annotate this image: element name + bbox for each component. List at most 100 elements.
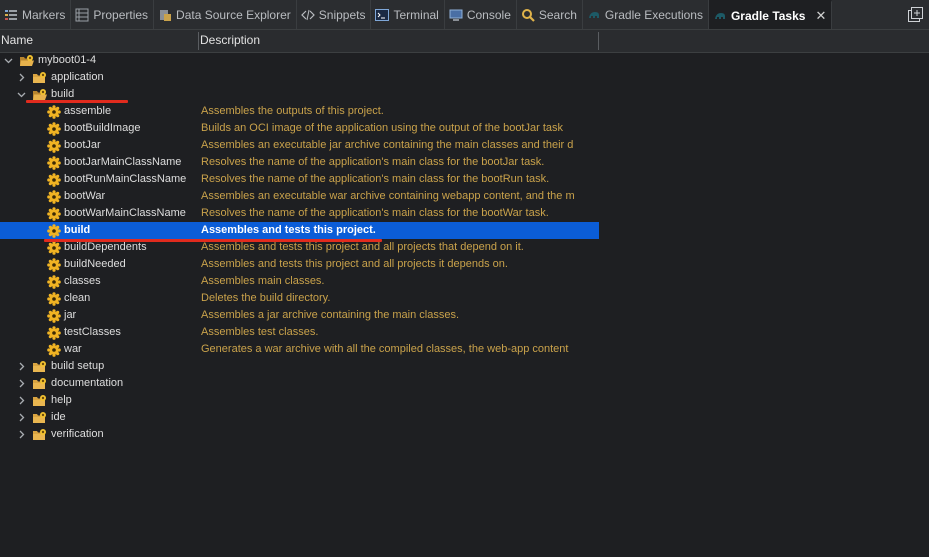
tree-group-row[interactable]: help (0, 392, 929, 409)
close-icon[interactable]: ✕ (815, 8, 826, 24)
tree-item-label: war (64, 343, 82, 355)
tree-group-row[interactable]: documentation (0, 375, 929, 392)
task-description: Assembles a jar archive containing the m… (201, 309, 460, 321)
gear-icon (47, 122, 61, 136)
tree-item-label: assemble (64, 105, 112, 117)
tree-task-row[interactable]: bootBuildImage Builds an OCI image of the… (0, 120, 929, 137)
gear-icon (47, 309, 61, 323)
tree-item-label: clean (64, 292, 91, 304)
tree-task-row[interactable]: assemble Assembles the outputs of this pr… (0, 103, 929, 120)
new-window-icon[interactable] (901, 0, 929, 29)
tree-task-row[interactable]: war Generates a war archive with all the … (0, 341, 929, 358)
chevron-right-icon[interactable] (15, 392, 27, 409)
tree-task-row[interactable]: bootRunMainClassName Resolves the name of… (0, 171, 929, 188)
tree-item-label: application (51, 71, 104, 83)
task-group-folder-icon (32, 71, 46, 84)
gear-icon (47, 173, 61, 187)
tree-item-label: buildNeeded (64, 258, 126, 270)
column-header-name[interactable]: Name (1, 33, 33, 47)
tab-console[interactable]: Console (445, 0, 517, 29)
properties-icon (75, 8, 89, 22)
tree-item-label: verification (51, 428, 104, 440)
tab-snippets[interactable]: Snippets (297, 0, 372, 29)
tree-item-label: help (51, 394, 72, 406)
gear-icon (47, 105, 61, 119)
tree-item-label: classes (64, 275, 101, 287)
tree-group-row[interactable]: ide (0, 409, 929, 426)
tree-item-label: documentation (51, 377, 124, 389)
column-divider[interactable] (198, 32, 199, 50)
tree-task-row[interactable]: clean Deletes the build directory. (0, 290, 929, 307)
annotation-underline-build-group (26, 100, 128, 103)
tree-project-row[interactable]: myboot01-4 (0, 52, 929, 69)
tree-task-row[interactable]: classes Assembles main classes. (0, 273, 929, 290)
task-description: Assembles and tests this project and all… (201, 258, 508, 270)
gradle-icon (587, 8, 601, 22)
chevron-right-icon[interactable] (15, 358, 27, 375)
chevron-right-icon[interactable] (15, 69, 27, 86)
gear-icon (47, 207, 61, 221)
tree-task-row[interactable]: bootJarMainClassName Resolves the name of… (0, 154, 929, 171)
chevron-down-icon[interactable] (2, 52, 14, 69)
tree-group-row[interactable]: build setup (0, 358, 929, 375)
column-header-description[interactable]: Description (200, 33, 260, 47)
snippets-icon (300, 8, 315, 22)
tree-item-label: bootWar (64, 190, 106, 202)
tab-gradle-tasks[interactable]: Gradle Tasks ✕ (708, 0, 833, 29)
task-description: Assembles test classes. (201, 326, 319, 338)
project-folder-icon (19, 54, 34, 67)
tab-properties[interactable]: Properties (71, 0, 155, 29)
tree-column-header: Name Description (0, 30, 929, 53)
tree-task-row[interactable]: bootJar Assembles an executable jar archi… (0, 137, 929, 154)
tree-group-row-open[interactable]: build (0, 86, 929, 103)
tab-label: Data Source Explorer (176, 7, 291, 22)
gradle-icon (713, 9, 727, 23)
tree-task-row[interactable]: testClasses Assembles test classes. (0, 324, 929, 341)
gear-icon (47, 275, 61, 289)
tree-item-label: bootBuildImage (64, 122, 141, 134)
tree-item-label: bootRunMainClassName (64, 173, 187, 185)
task-description: Resolves the name of the application's m… (201, 207, 549, 219)
tree-task-row[interactable]: build Assembles and tests this project. (0, 222, 929, 239)
tree-group-row[interactable]: verification (0, 426, 929, 443)
tab-label: Search (538, 7, 577, 22)
tree-item-label: testClasses (64, 326, 121, 338)
tree-item-label: build setup (51, 360, 105, 372)
tree-task-row[interactable]: bootWar Assembles an executable war archi… (0, 188, 929, 205)
tab-gradle-executions[interactable]: Gradle Executions (583, 0, 709, 29)
tab-terminal[interactable]: Terminal (371, 0, 445, 29)
tab-markers[interactable]: Markers (0, 0, 72, 29)
tree-item-label: bootWarMainClassName (64, 207, 186, 219)
tab-label: Terminal (393, 7, 439, 22)
console-icon (449, 8, 463, 22)
tab-bar-spacer (832, 0, 901, 29)
tab-label: Gradle Tasks (730, 8, 806, 23)
tree-group-row[interactable]: application (0, 69, 929, 86)
tab-label: Properties (93, 7, 149, 22)
chevron-right-icon[interactable] (15, 409, 27, 426)
task-description: Resolves the name of the application's m… (201, 173, 550, 185)
column-divider[interactable] (598, 32, 599, 50)
tab-search[interactable]: Search (517, 0, 583, 29)
chevron-right-icon[interactable] (15, 426, 27, 443)
task-description: Assembles the outputs of this project. (201, 105, 384, 117)
tab-label: Gradle Executions (604, 7, 703, 22)
tree-item-label: build (64, 224, 91, 236)
gear-icon (47, 258, 61, 272)
tree-item-label: ide (51, 411, 66, 423)
tree-task-row[interactable]: jar Assembles a jar archive containing th… (0, 307, 929, 324)
task-group-folder-icon (32, 377, 46, 390)
task-description: Assembles and tests this project. (201, 224, 376, 236)
terminal-icon (375, 8, 390, 22)
gradle-tasks-tree: myboot01-4 application build assemble Assemb… (0, 52, 929, 443)
tree-task-row[interactable]: buildNeeded Assembles and tests this proj… (0, 256, 929, 273)
task-group-folder-icon (32, 394, 46, 407)
gear-icon (47, 343, 61, 357)
gear-icon (47, 190, 61, 204)
tree-item-label: jar (64, 309, 77, 321)
tab-data-source-explorer[interactable]: Data Source Explorer (154, 0, 297, 29)
tree-item-label: myboot01-4 (38, 54, 97, 66)
tree-task-row[interactable]: bootWarMainClassName Resolves the name of… (0, 205, 929, 222)
task-description: Builds an OCI image of the application u… (201, 122, 564, 134)
chevron-right-icon[interactable] (15, 375, 27, 392)
